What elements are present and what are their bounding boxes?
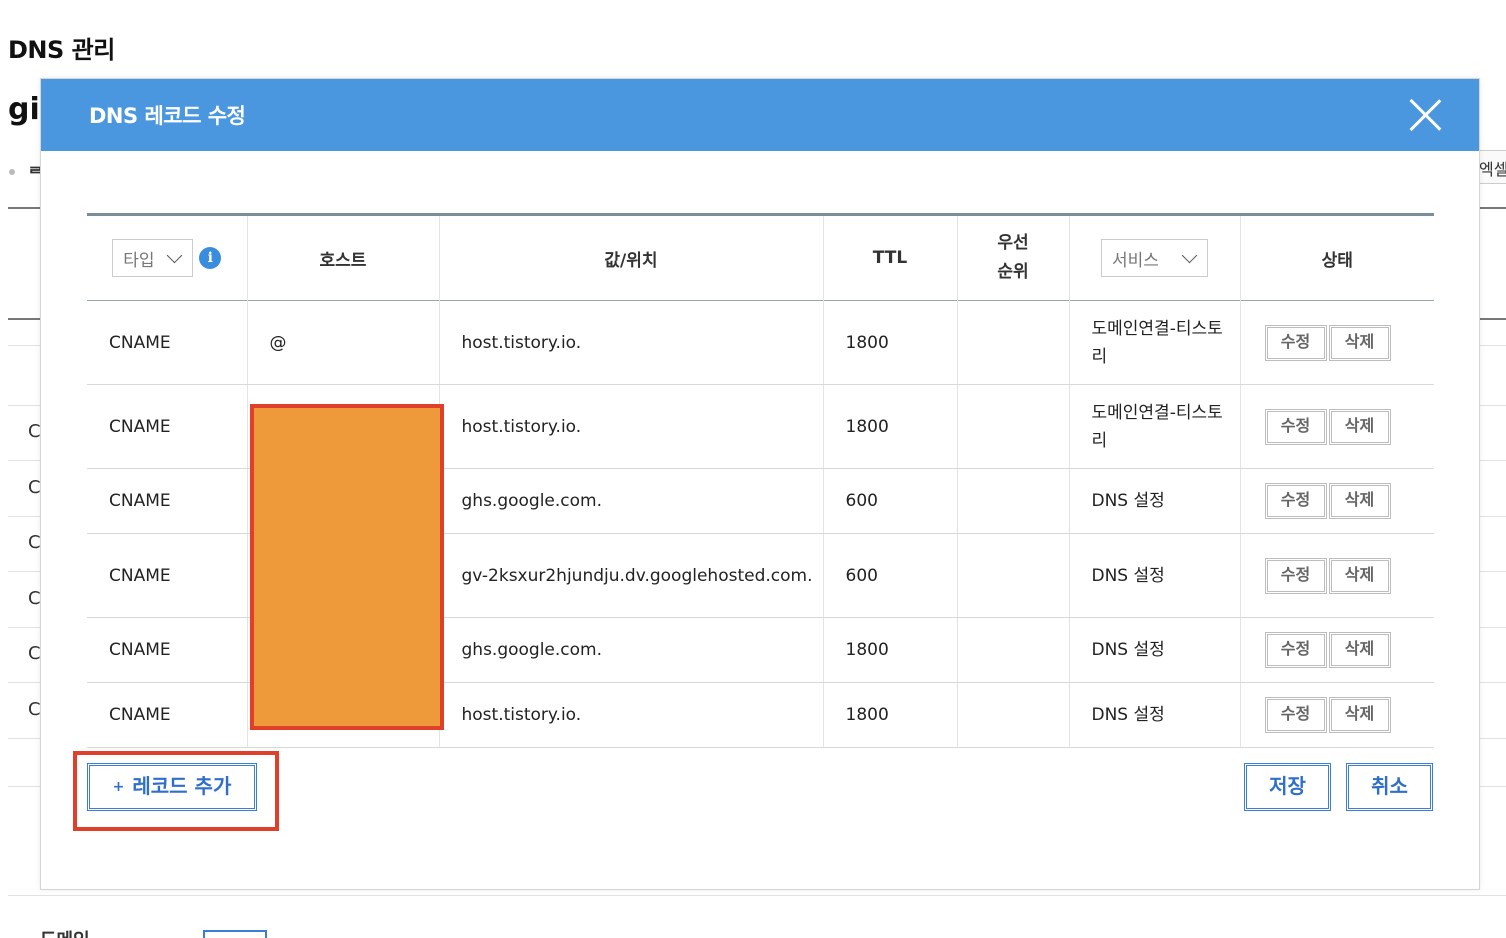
table-header-row: 타입 i 호스트 값/위치 TTL 우선 순위 서비스 상태 bbox=[87, 214, 1434, 301]
record-value: host.tistory.io. bbox=[439, 682, 824, 748]
table-row: CNAME @ host.tistory.io. 1800 도메인연결-티스토리… bbox=[87, 300, 1434, 385]
type-filter-select[interactable]: 타입 bbox=[112, 239, 194, 277]
delete-button[interactable]: 삭제 bbox=[1328, 483, 1391, 519]
record-actions: 수정 삭제 bbox=[1240, 682, 1434, 748]
record-ttl: 600 bbox=[823, 468, 958, 534]
host-redaction-box bbox=[250, 404, 444, 730]
modal-title: DNS 레코드 수정 bbox=[89, 104, 246, 128]
save-button[interactable]: 저장 bbox=[1244, 763, 1331, 811]
record-ttl: 1800 bbox=[823, 682, 958, 748]
delete-button[interactable]: 삭제 bbox=[1328, 697, 1391, 733]
record-service: DNS 설정 bbox=[1069, 617, 1241, 683]
delete-button[interactable]: 삭제 bbox=[1328, 324, 1391, 361]
record-type: CNAME bbox=[87, 468, 248, 534]
record-type: CNAME bbox=[87, 300, 248, 385]
bg-row-cell: C bbox=[28, 588, 41, 609]
record-host: @ bbox=[247, 300, 440, 385]
record-service: 도메인연결-티스토리 bbox=[1069, 300, 1241, 385]
ttl-column-header: TTL bbox=[823, 214, 958, 301]
edit-button[interactable]: 수정 bbox=[1264, 324, 1327, 361]
bg-bottom-button[interactable] bbox=[203, 930, 267, 938]
record-type: CNAME bbox=[87, 682, 248, 748]
value-column-header: 값/위치 bbox=[439, 214, 824, 301]
record-service: DNS 설정 bbox=[1069, 468, 1241, 534]
record-priority bbox=[957, 617, 1070, 683]
record-value: ghs.google.com. bbox=[439, 468, 824, 534]
record-service: DNS 설정 bbox=[1069, 682, 1241, 748]
bullet-icon bbox=[9, 169, 15, 175]
host-column-header: 호스트 bbox=[247, 214, 440, 301]
bg-bottom-label: 도메인 bbox=[40, 926, 90, 938]
plus-icon: + bbox=[112, 779, 125, 795]
chevron-down-icon bbox=[166, 247, 183, 263]
bg-row-cell: C bbox=[28, 643, 41, 664]
record-value: ghs.google.com. bbox=[439, 617, 824, 683]
record-priority bbox=[957, 384, 1070, 469]
record-priority bbox=[957, 682, 1070, 748]
record-value: gv-2ksxur2hjundju.dv.googlehosted.com. bbox=[439, 533, 824, 618]
close-icon[interactable] bbox=[1407, 97, 1443, 133]
record-type: CNAME bbox=[87, 384, 248, 469]
record-ttl: 1800 bbox=[823, 384, 958, 469]
bg-divider bbox=[8, 895, 1506, 896]
record-value: host.tistory.io. bbox=[439, 384, 824, 469]
bg-row-cell: C bbox=[28, 421, 41, 442]
record-type: CNAME bbox=[87, 533, 248, 618]
delete-button[interactable]: 삭제 bbox=[1328, 557, 1391, 594]
delete-button[interactable]: 삭제 bbox=[1328, 632, 1391, 668]
bg-row-cell: C bbox=[28, 699, 41, 720]
chevron-down-icon bbox=[1181, 247, 1198, 263]
bg-row-cell: C bbox=[28, 532, 41, 553]
record-service: 도메인연결-티스토리 bbox=[1069, 384, 1241, 469]
record-actions: 수정 삭제 bbox=[1240, 617, 1434, 683]
edit-button[interactable]: 수정 bbox=[1264, 697, 1327, 733]
add-record-label: 레코드 추가 bbox=[132, 774, 232, 798]
record-value: host.tistory.io. bbox=[439, 300, 824, 385]
status-column-header: 상태 bbox=[1321, 250, 1353, 271]
service-filter-select[interactable]: 서비스 bbox=[1101, 239, 1208, 277]
edit-button[interactable]: 수정 bbox=[1264, 408, 1327, 445]
type-select-label: 타입 bbox=[123, 250, 155, 271]
record-priority bbox=[957, 533, 1070, 618]
record-type: CNAME bbox=[87, 617, 248, 683]
edit-button[interactable]: 수정 bbox=[1264, 483, 1327, 519]
service-select-label: 서비스 bbox=[1112, 250, 1159, 271]
page-title: DNS 관리 bbox=[8, 36, 115, 64]
edit-button[interactable]: 수정 bbox=[1264, 557, 1327, 594]
record-ttl: 1800 bbox=[823, 617, 958, 683]
domain-name: gi bbox=[8, 92, 40, 127]
record-priority bbox=[957, 300, 1070, 385]
record-actions: 수정 삭제 bbox=[1240, 533, 1434, 618]
record-actions: 수정 삭제 bbox=[1240, 468, 1434, 534]
record-ttl: 600 bbox=[823, 533, 958, 618]
record-priority bbox=[957, 468, 1070, 534]
info-icon[interactable]: i bbox=[199, 247, 222, 269]
record-service: DNS 설정 bbox=[1069, 533, 1241, 618]
dns-record-edit-modal: DNS 레코드 수정 타입 i 호스트 값/위치 TTL 우선 순위 서비스 상… bbox=[40, 78, 1480, 890]
delete-button[interactable]: 삭제 bbox=[1328, 408, 1391, 445]
priority-column-header: 우선 순위 bbox=[957, 214, 1070, 301]
service-column-header: 서비스 bbox=[1069, 214, 1241, 301]
modal-header: DNS 레코드 수정 bbox=[41, 79, 1479, 151]
bg-row-cell: C bbox=[28, 477, 41, 498]
record-actions: 수정 삭제 bbox=[1240, 384, 1434, 469]
excel-button[interactable]: 엑셀 bbox=[1478, 150, 1506, 184]
type-column-header: 타입 i bbox=[87, 214, 248, 301]
record-actions: 수정 삭제 bbox=[1240, 300, 1434, 385]
cancel-button[interactable]: 취소 bbox=[1346, 763, 1433, 811]
add-record-button[interactable]: + 레코드 추가 bbox=[87, 763, 257, 811]
edit-button[interactable]: 수정 bbox=[1264, 632, 1327, 668]
record-ttl: 1800 bbox=[823, 300, 958, 385]
